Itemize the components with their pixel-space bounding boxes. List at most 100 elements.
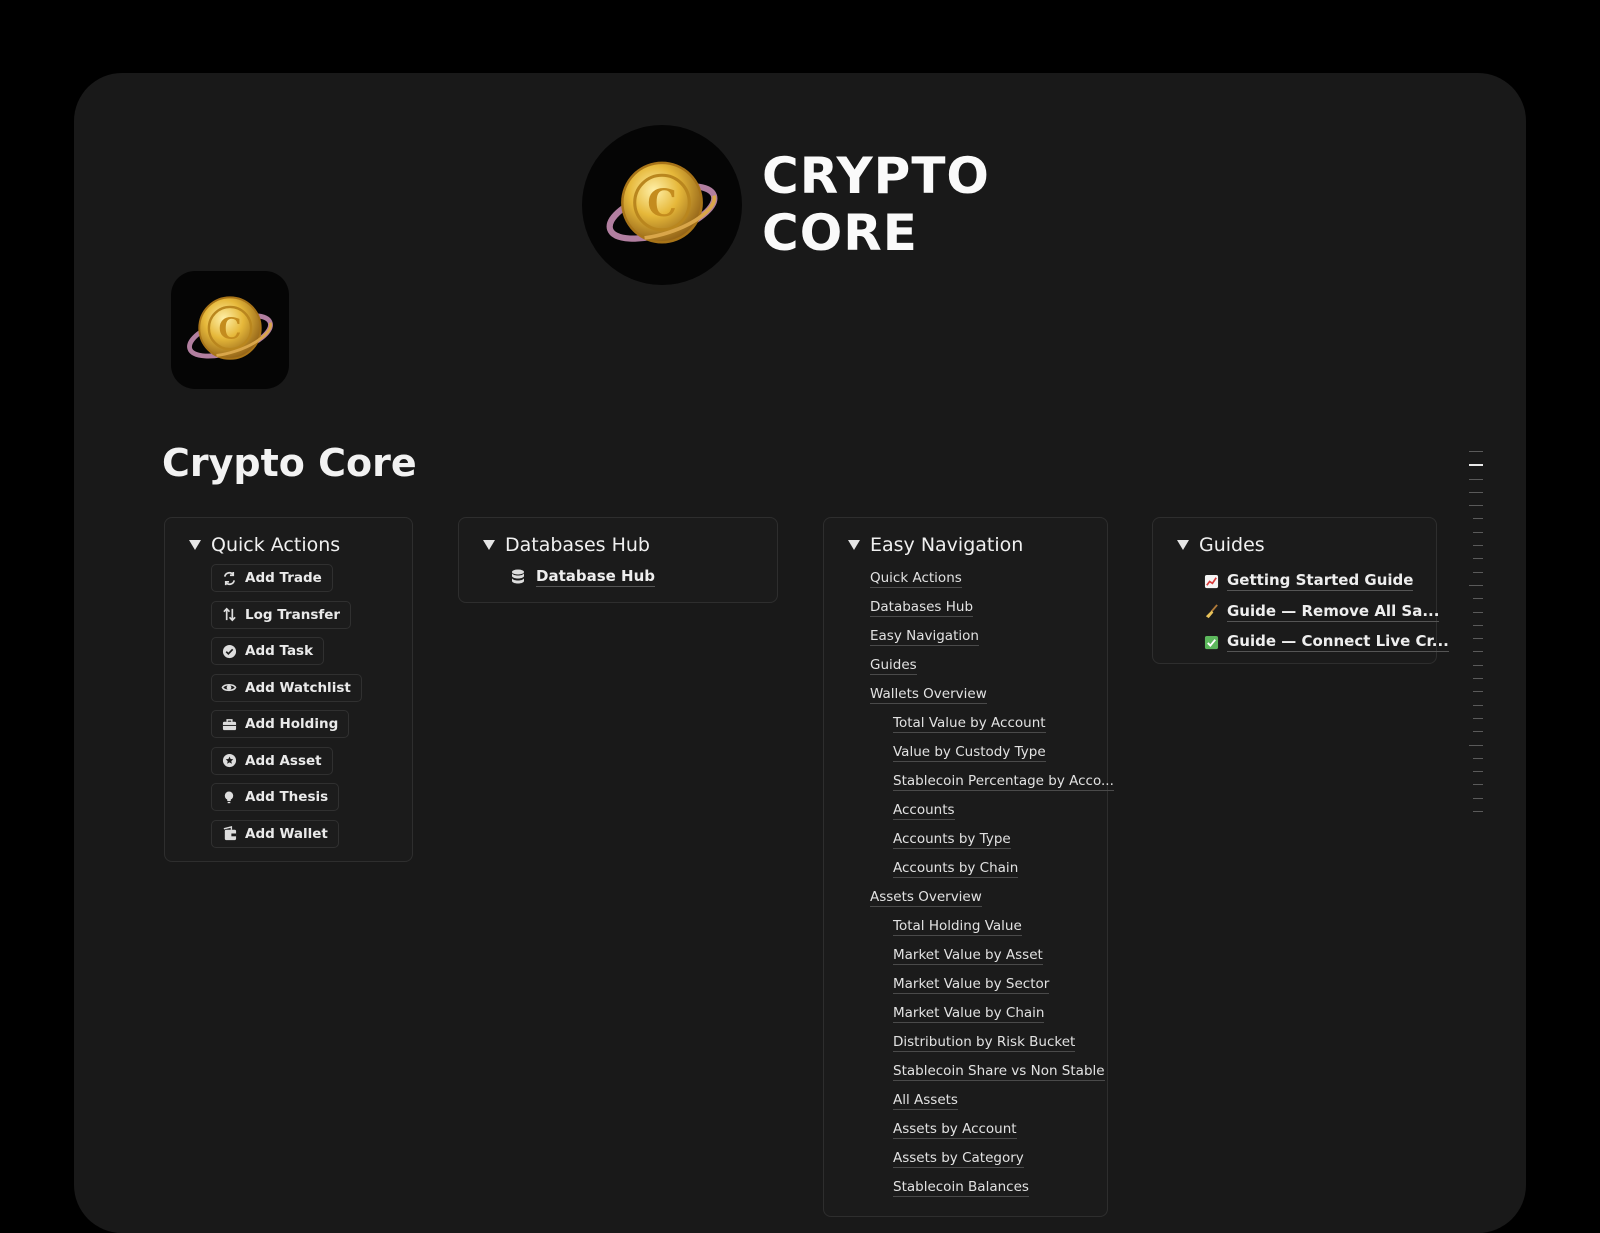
nav-link[interactable]: Assets by Account [870, 1120, 1114, 1149]
toc-marker[interactable] [1473, 624, 1483, 626]
nav-link[interactable]: Total Holding Value [870, 917, 1114, 946]
toc-marker[interactable] [1473, 731, 1483, 733]
add-task-label: Add Task [245, 643, 314, 659]
toc-marker[interactable] [1473, 531, 1483, 533]
toc-marker[interactable] [1473, 638, 1483, 640]
nav-link[interactable]: Distribution by Risk Bucket [870, 1033, 1114, 1062]
nav-link-label: Stablecoin Share vs Non Stable [893, 1063, 1105, 1081]
log-transfer-button[interactable]: Log Transfer [211, 600, 352, 629]
add-holding-label: Add Holding [245, 716, 339, 732]
remove-all-sample-guide-link[interactable]: Guide — Remove All Sa... [1203, 597, 1449, 628]
add-asset-button[interactable]: Add Asset [211, 746, 333, 775]
nav-link[interactable]: Quick Actions [870, 569, 1114, 598]
caret-down-icon[interactable] [189, 540, 201, 550]
toc-marker[interactable] [1469, 491, 1483, 493]
getting-started-guide-link[interactable]: Getting Started Guide [1203, 566, 1449, 597]
nav-link-label: Quick Actions [870, 570, 962, 588]
toc-marker[interactable] [1469, 505, 1483, 507]
toc-marker[interactable] [1473, 518, 1483, 520]
nav-link-label: Easy Navigation [870, 628, 979, 646]
nav-link[interactable]: Accounts by Type [870, 830, 1114, 859]
nav-link[interactable]: Market Value by Asset [870, 946, 1114, 975]
add-thesis-button[interactable]: Add Thesis [211, 783, 340, 811]
nav-link[interactable]: Easy Navigation [870, 627, 1114, 656]
toc-marker[interactable] [1469, 478, 1483, 480]
connect-live-crypto-guide-link[interactable]: Guide — Connect Live Cr... [1203, 627, 1449, 658]
nav-link[interactable]: Assets by Category [870, 1149, 1114, 1178]
nav-link[interactable]: Databases Hub [870, 598, 1114, 627]
toc-marker[interactable] [1469, 584, 1483, 586]
quick-actions-heading[interactable]: Quick Actions [189, 534, 340, 556]
page-title: Crypto Core [162, 441, 417, 485]
add-trade-label: Add Trade [245, 570, 322, 586]
nav-link[interactable]: Guides [870, 656, 1114, 685]
toc-marker[interactable] [1469, 464, 1483, 467]
table-of-contents-rail[interactable] [1468, 451, 1488, 824]
database-hub-link[interactable]: Database Hub [509, 567, 656, 587]
caret-down-icon[interactable] [848, 540, 860, 550]
cover-title: CRYPTO CORE [762, 148, 990, 262]
toc-marker[interactable] [1473, 704, 1483, 706]
nav-link[interactable]: Stablecoin Share vs Non Stable [870, 1062, 1114, 1091]
nav-link[interactable]: Market Value by Sector [870, 975, 1114, 1004]
log-transfer-label: Log Transfer [245, 606, 341, 623]
caret-down-icon[interactable] [483, 540, 495, 550]
guides-toggle: Guides Getting Started Guide Guide — Rem… [1152, 517, 1449, 664]
add-thesis-label: Add Thesis [245, 789, 329, 805]
nav-link[interactable]: Accounts by Chain [870, 859, 1114, 888]
nav-link-label: Stablecoin Balances [893, 1179, 1029, 1197]
toc-marker[interactable] [1473, 717, 1483, 719]
nav-link-label: Databases Hub [870, 599, 974, 617]
quick-actions-list: Add Trade Log Transfer Add Task Add Watc… [211, 564, 362, 856]
nav-link[interactable]: Stablecoin Percentage by Acco... [870, 772, 1114, 801]
toc-marker[interactable] [1473, 664, 1483, 666]
page-window: C CRYPTO CORE C Crypto Core Quick Action… [74, 73, 1526, 1233]
toc-marker[interactable] [1473, 784, 1483, 786]
nav-link-label: Assets by Category [893, 1150, 1024, 1168]
add-asset-label: Add Asset [245, 752, 322, 769]
caret-down-icon[interactable] [1177, 540, 1189, 550]
nav-link[interactable]: Market Value by Chain [870, 1004, 1114, 1033]
add-trade-button[interactable]: Add Trade [211, 564, 333, 592]
toc-marker[interactable] [1473, 545, 1483, 547]
toc-marker[interactable] [1473, 571, 1483, 573]
wallet-icon [221, 826, 237, 842]
toc-marker[interactable] [1473, 651, 1483, 653]
nav-link-label: Stablecoin Percentage by Acco... [893, 773, 1114, 791]
toc-marker[interactable] [1473, 757, 1483, 759]
nav-link[interactable]: All Assets [870, 1091, 1114, 1120]
toc-marker[interactable] [1473, 678, 1483, 680]
add-holding-button[interactable]: Add Holding [211, 710, 350, 738]
toc-marker[interactable] [1473, 598, 1483, 600]
add-wallet-button[interactable]: Add Wallet [211, 819, 339, 848]
cover-title-line1: CRYPTO [762, 147, 990, 205]
nav-link[interactable]: Assets Overview [870, 888, 1114, 917]
add-watchlist-button[interactable]: Add Watchlist [211, 673, 362, 702]
databases-hub-heading[interactable]: Databases Hub [483, 534, 650, 556]
nav-link[interactable]: Value by Custody Type [870, 743, 1114, 772]
cover-title-line2: CORE [762, 204, 918, 262]
toc-marker[interactable] [1469, 451, 1483, 452]
page-icon[interactable]: C [171, 271, 289, 389]
toc-marker[interactable] [1473, 558, 1483, 560]
toc-marker[interactable] [1473, 691, 1483, 693]
nav-link[interactable]: Accounts [870, 801, 1114, 830]
easy-navigation-heading-label: Easy Navigation [870, 534, 1024, 556]
toc-marker[interactable] [1469, 744, 1483, 746]
guides-heading[interactable]: Guides [1177, 534, 1265, 556]
add-watchlist-label: Add Watchlist [245, 679, 351, 696]
toc-marker[interactable] [1473, 611, 1483, 613]
toc-marker[interactable] [1473, 811, 1483, 813]
nav-link[interactable]: Wallets Overview [870, 685, 1114, 714]
nav-link-label: Accounts by Type [893, 831, 1011, 849]
add-task-button[interactable]: Add Task [211, 637, 325, 665]
toc-marker[interactable] [1473, 797, 1483, 799]
gold-coin-orbit-icon: C [582, 125, 742, 285]
check-mark-button-icon [1203, 634, 1219, 650]
toc-marker[interactable] [1473, 771, 1483, 773]
nav-link[interactable]: Total Value by Account [870, 714, 1114, 743]
up-down-arrows-icon [221, 607, 237, 623]
databases-hub-toggle: Databases Hub Database Hub [458, 517, 778, 603]
nav-link[interactable]: Stablecoin Balances [870, 1178, 1114, 1207]
easy-navigation-heading[interactable]: Easy Navigation [848, 534, 1023, 556]
